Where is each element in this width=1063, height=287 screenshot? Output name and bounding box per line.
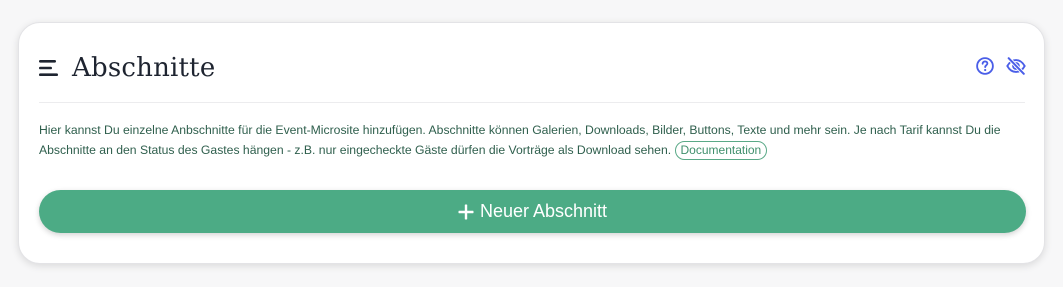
card-header: Abschnitte bbox=[39, 51, 1027, 87]
menu-lines-icon[interactable] bbox=[39, 59, 59, 77]
plus-icon bbox=[458, 204, 474, 219]
question-circle-icon[interactable] bbox=[974, 55, 996, 77]
add-section-button[interactable]: Neuer Abschnitt bbox=[39, 190, 1026, 233]
description-text: Hier kannst Du einzelne Anbschnitte für … bbox=[39, 123, 1001, 157]
header-actions bbox=[974, 54, 1027, 78]
page-title: Abschnitte bbox=[72, 53, 216, 83]
documentation-link[interactable]: Documentation bbox=[674, 141, 768, 160]
sections-card: Abschnitte Hier kannst Du einzelne Anbsc… bbox=[18, 22, 1045, 264]
header-divider bbox=[39, 102, 1025, 103]
add-section-label: Neuer Abschnitt bbox=[479, 201, 608, 221]
eye-slash-icon[interactable] bbox=[1005, 55, 1027, 77]
section-description: Hier kannst Du einzelne Anbschnitte für … bbox=[39, 120, 1029, 160]
